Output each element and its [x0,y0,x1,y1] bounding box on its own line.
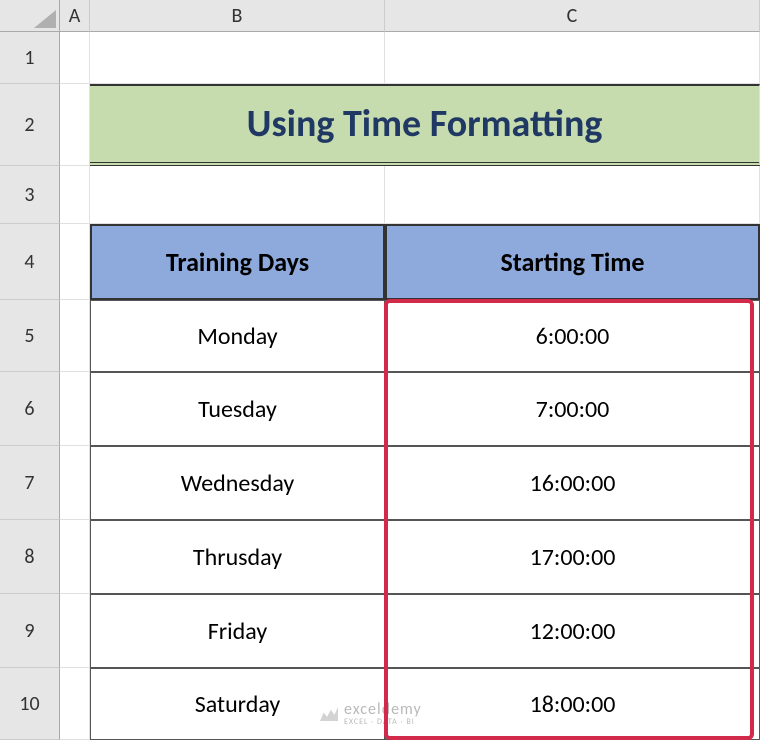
cell-a6[interactable] [60,372,90,446]
column-header-row: A B C [0,0,767,32]
cell-a2[interactable] [60,84,90,166]
cell-c3[interactable] [385,166,760,224]
cell-a7[interactable] [60,446,90,520]
row-header-7[interactable]: 7 [0,446,60,520]
cell-day-1[interactable]: Tuesday [90,372,385,446]
cell-day-4[interactable]: Friday [90,594,385,668]
cell-time-3[interactable]: 17:00:00 [385,520,760,594]
cell-a9[interactable] [60,594,90,668]
row-header-8[interactable]: 8 [0,520,60,594]
cell-time-0[interactable]: 6:00:00 [385,300,760,372]
row-header-1[interactable]: 1 [0,32,60,84]
row-header-10[interactable]: 10 [0,668,60,740]
cell-b3[interactable] [90,166,385,224]
cell-time-1[interactable]: 7:00:00 [385,372,760,446]
row-header-2[interactable]: 2 [0,84,60,166]
cell-c1[interactable] [385,32,760,84]
cell-day-0[interactable]: Monday [90,300,385,372]
header-time[interactable]: Starting Time [385,224,760,300]
cell-a10[interactable] [60,668,90,740]
select-all-corner[interactable] [0,0,60,32]
row-header-6[interactable]: 6 [0,372,60,446]
cell-b1[interactable] [90,32,385,84]
select-all-icon [34,10,56,28]
cell-a3[interactable] [60,166,90,224]
cell-a4[interactable] [60,224,90,300]
row-header-5[interactable]: 5 [0,300,60,372]
cell-a1[interactable] [60,32,90,84]
row-header-4[interactable]: 4 [0,224,60,300]
cell-day-2[interactable]: Wednesday [90,446,385,520]
col-header-b[interactable]: B [90,0,385,32]
cell-day-3[interactable]: Thrusday [90,520,385,594]
col-header-c[interactable]: C [385,0,760,32]
cell-time-4[interactable]: 12:00:00 [385,594,760,668]
row-header-9[interactable]: 9 [0,594,60,668]
cell-time-5[interactable]: 18:00:00 [385,668,760,740]
cell-a8[interactable] [60,520,90,594]
cell-time-2[interactable]: 16:00:00 [385,446,760,520]
cell-day-5[interactable]: Saturday [90,668,385,740]
col-header-a[interactable]: A [60,0,90,32]
header-days[interactable]: Training Days [90,224,385,300]
title-cell[interactable]: Using Time Formatting [90,84,760,166]
row-header-3[interactable]: 3 [0,166,60,224]
cell-a5[interactable] [60,300,90,372]
